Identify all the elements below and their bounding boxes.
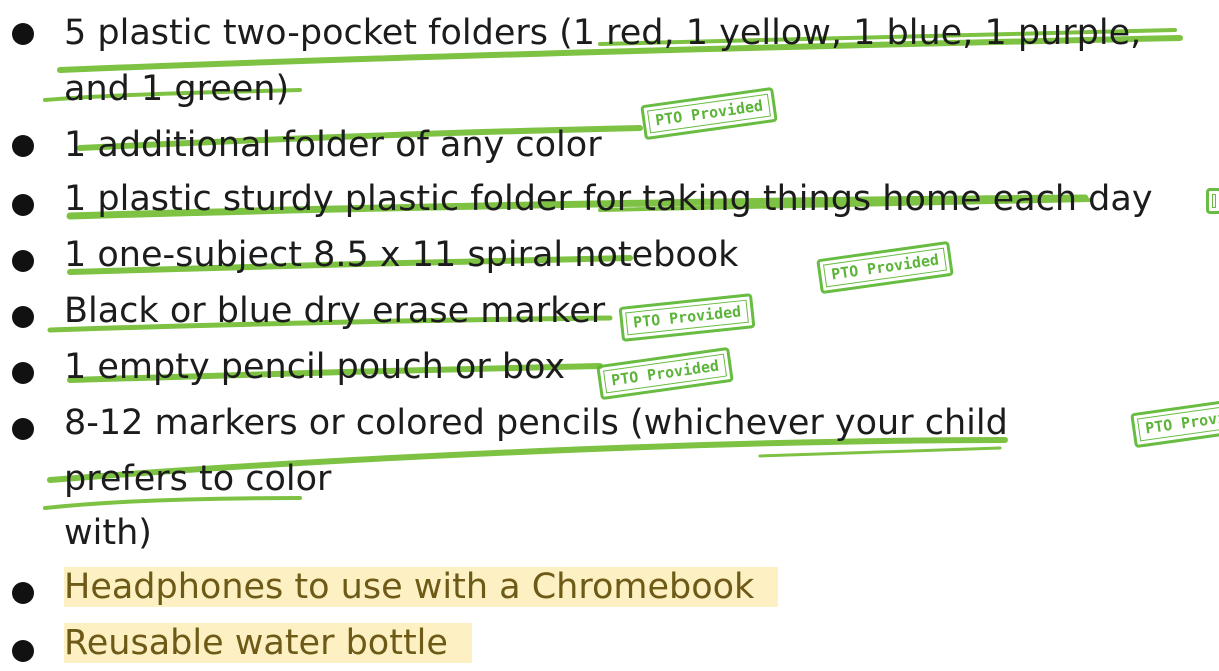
bullet — [12, 306, 34, 328]
pto-provided-stamp: PTO Provided — [596, 346, 735, 401]
pto-provided-stamp-edge — [1206, 188, 1219, 214]
pto-provided-stamp: PTO Provided — [618, 293, 756, 342]
highlighted-text: Headphones to use with a Chromebook — [64, 567, 779, 607]
list-item-line: Reusable water bottle — [64, 622, 472, 664]
bullet — [12, 23, 34, 45]
bullet — [12, 250, 34, 272]
pto-provided-stamp: PTO Provided — [1130, 394, 1219, 449]
list-item-line: with) — [64, 513, 152, 553]
list-item-line: and 1 green) — [64, 69, 290, 109]
list-item-line: 1 empty pencil pouch or box — [64, 347, 566, 387]
strike-mark — [758, 446, 1002, 458]
list-item-line: 1 one-subject 8.5 x 11 spiral notebook — [64, 235, 739, 275]
highlighted-text: Reusable water bottle — [64, 623, 472, 663]
list-item-line: 1 additional folder of any color — [64, 125, 602, 165]
bullet — [12, 582, 34, 604]
list-item-line: prefers to color — [64, 459, 332, 499]
list-item-line: 5 plastic two-pocket folders (1 red, 1 y… — [64, 13, 1142, 53]
pto-provided-stamp: PTO Provided — [816, 240, 955, 295]
bullet — [12, 640, 34, 662]
list-item-line: Headphones to use with a Chromebook — [64, 566, 779, 608]
pto-provided-stamp: PTO Provided — [640, 86, 779, 141]
bullet — [12, 418, 34, 440]
bullet — [12, 362, 34, 384]
list-item-line: 8-12 markers or colored pencils (whichev… — [64, 403, 1008, 443]
bullet — [12, 135, 34, 157]
list-item-line: Black or blue dry erase marker — [64, 291, 606, 331]
bullet — [12, 194, 34, 216]
list-item-line: 1 plastic sturdy plastic folder for taki… — [64, 179, 1153, 219]
